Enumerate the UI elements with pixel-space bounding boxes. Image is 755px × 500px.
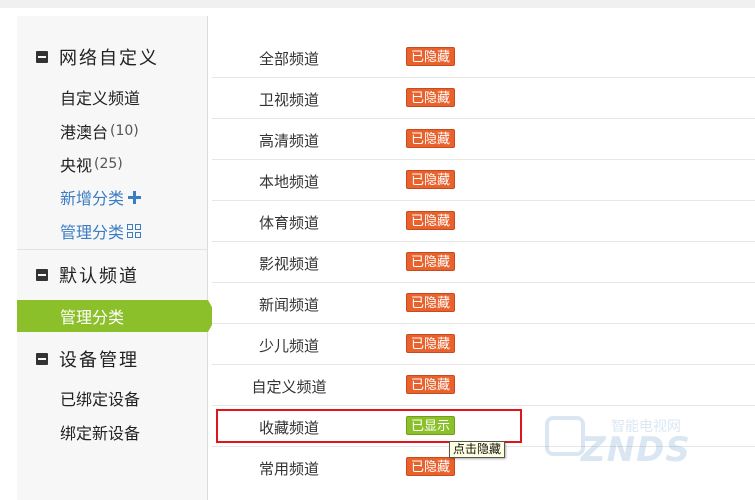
sidebar-item-bind-new-device[interactable]: 绑定新设备 — [17, 417, 208, 447]
collapse-icon[interactable] — [36, 269, 48, 281]
table-row: 高清频道 已隐藏 — [212, 119, 755, 160]
app-frame: 网络自定义 自定义频道 港澳台 (10) 央视 (25) 新增分类 管理分类 默认频… — [0, 0, 755, 500]
item-count: (10) — [110, 123, 139, 139]
status-toggle[interactable]: 已隐藏 — [406, 334, 456, 353]
status-toggle[interactable]: 已隐藏 — [406, 47, 456, 66]
table-row: 自定义频道 已隐藏 — [212, 365, 755, 406]
group-network-custom[interactable]: 网络自定义 — [17, 42, 208, 72]
status-toggle[interactable]: 已隐藏 — [406, 129, 456, 148]
status-toggle[interactable]: 已隐藏 — [406, 170, 456, 189]
status-toggle[interactable]: 已隐藏 — [406, 293, 456, 312]
sidebar: 网络自定义 自定义频道 港澳台 (10) 央视 (25) 新增分类 管理分类 默认频… — [17, 16, 217, 500]
status-toggle[interactable]: 已隐藏 — [406, 375, 456, 394]
collapse-icon[interactable] — [36, 353, 48, 365]
manage-category-link[interactable]: 管理分类 — [17, 216, 208, 246]
watermark-logo: 智能电视网 ZNDS — [545, 408, 715, 476]
tv-icon — [545, 416, 585, 456]
channel-name: 体育频道 — [258, 214, 319, 232]
watermark-brand: ZNDS — [581, 430, 691, 470]
status-toggle[interactable]: 已隐藏 — [406, 88, 456, 107]
divider — [17, 249, 208, 250]
table-row: 少儿频道 已隐藏 — [212, 324, 755, 365]
tooltip: 点击隐藏 — [449, 441, 506, 458]
group-default-channels[interactable]: 默认频道 — [17, 260, 208, 290]
group-device-management[interactable]: 设备管理 — [17, 344, 208, 374]
group-title: 默认频道 — [59, 266, 139, 287]
channel-name: 少儿频道 — [258, 337, 319, 355]
table-row: 全部频道 已隐藏 — [212, 37, 755, 78]
sidebar-item-cctv[interactable]: 央视 (25) — [17, 149, 208, 179]
item-count: (25) — [94, 156, 123, 172]
channel-name: 常用频道 — [258, 460, 319, 478]
status-toggle[interactable]: 已隐藏 — [406, 211, 456, 230]
channel-name: 影视频道 — [258, 255, 319, 273]
plus-icon — [128, 190, 142, 204]
table-row: 本地频道 已隐藏 — [212, 160, 755, 201]
grid-icon — [127, 224, 142, 238]
sidebar-item-custom-channel[interactable]: 自定义频道 — [17, 82, 208, 112]
collapse-icon[interactable] — [36, 51, 48, 63]
table-row: 影视频道 已隐藏 — [212, 242, 755, 283]
channel-name: 新闻频道 — [258, 296, 319, 314]
channel-name: 卫视频道 — [258, 91, 319, 109]
group-title: 网络自定义 — [59, 48, 159, 69]
table-row: 新闻频道 已隐藏 — [212, 283, 755, 324]
highlight-box — [216, 409, 522, 443]
channel-name: 自定义频道 — [251, 378, 327, 396]
sidebar-item-hk-macau-tw[interactable]: 港澳台 (10) — [17, 116, 208, 146]
channel-name: 高清频道 — [258, 132, 319, 150]
table-row: 体育频道 已隐藏 — [212, 201, 755, 242]
channel-name: 全部频道 — [258, 50, 319, 68]
channel-name: 本地频道 — [258, 173, 319, 191]
group-title: 设备管理 — [59, 350, 139, 371]
add-category-link[interactable]: 新增分类 — [17, 182, 208, 212]
status-toggle[interactable]: 已隐藏 — [406, 457, 456, 476]
status-toggle[interactable]: 已隐藏 — [406, 252, 456, 271]
sidebar-item-bound-devices[interactable]: 已绑定设备 — [17, 383, 208, 413]
sidebar-item-manage-category-active[interactable]: 管理分类 — [17, 300, 217, 332]
table-row: 卫视频道 已隐藏 — [212, 78, 755, 119]
